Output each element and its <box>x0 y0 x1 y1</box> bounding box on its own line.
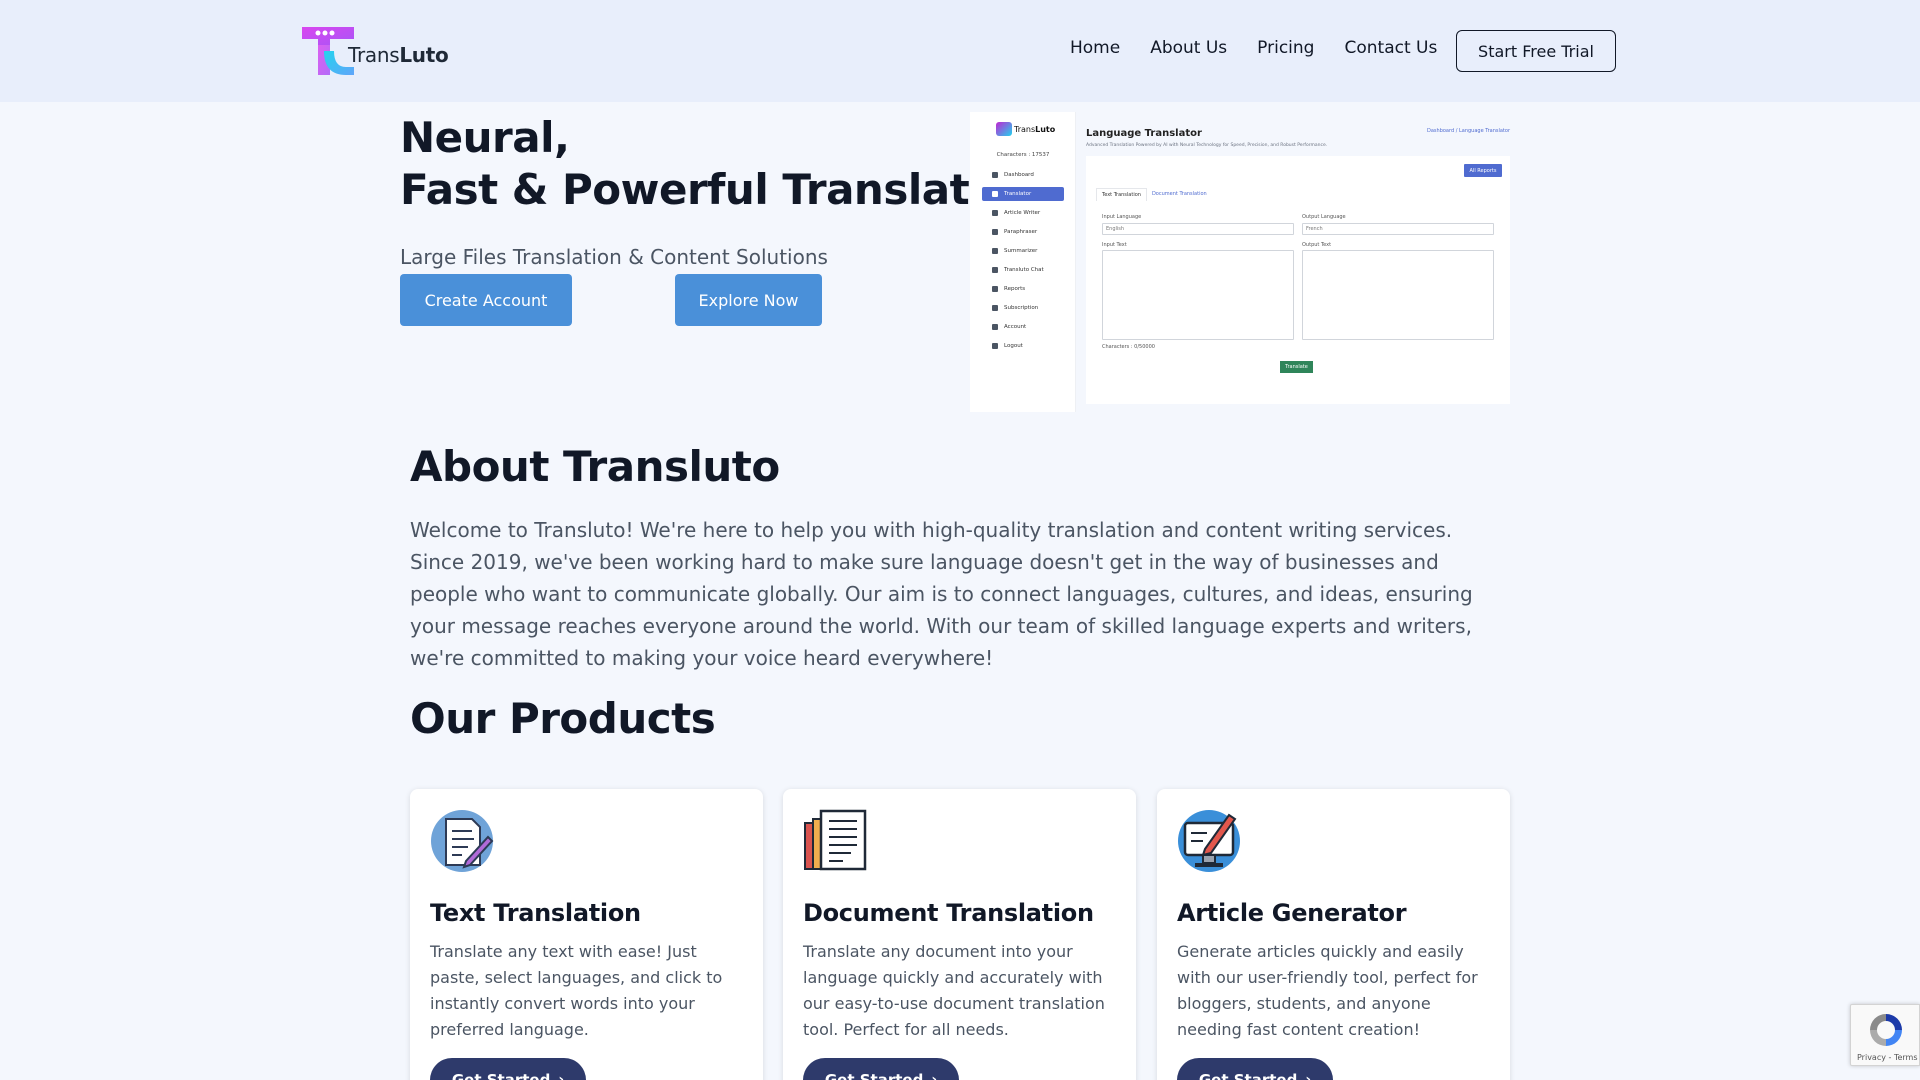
recaptcha-badge[interactable]: Privacy - Terms <box>1850 1004 1920 1066</box>
monitor-pen-icon <box>1177 809 1241 873</box>
hero-title-line2: Fast & Powerful Translation <box>400 165 1041 214</box>
summary-icon <box>992 248 998 254</box>
nav-pricing[interactable]: Pricing <box>1257 38 1314 58</box>
app-preview-image: Trans Luto Characters : 17537 Dashboard T… <box>970 112 1510 412</box>
edit-icon <box>992 210 998 216</box>
preview-output-language-select: French <box>1302 223 1494 235</box>
preview-sidebar-logout: Logout <box>982 339 1064 353</box>
product-title: Article Generator <box>1177 899 1407 927</box>
recaptcha-icon <box>1867 1011 1905 1049</box>
preview-input-language-label: Input Language <box>1102 214 1142 220</box>
subscription-icon <box>992 305 998 311</box>
preview-all-reports-button: All Reports <box>1464 164 1502 177</box>
nav-links: Home About Us Pricing Contact Us <box>1070 38 1467 58</box>
hero-title-line1: Neural, <box>400 113 570 162</box>
preview-translator-card: All Reports Text Translation Document Tr… <box>1086 156 1510 404</box>
preview-logo: Trans Luto <box>996 122 1055 136</box>
nav-about-us[interactable]: About Us <box>1150 38 1227 58</box>
chat-icon <box>992 267 998 273</box>
preview-output-textarea <box>1302 250 1494 340</box>
brand-logo[interactable]: TransLuto <box>300 24 460 78</box>
preview-characters: Characters : 17537 <box>996 152 1050 158</box>
reports-icon <box>992 286 998 292</box>
preview-tab-document: Document Translation <box>1151 191 1207 197</box>
get-started-button-text-translation[interactable]: Get Started › <box>430 1058 586 1080</box>
preview-sidebar-chat: Transluto Chat <box>982 263 1064 277</box>
nav-contact-us[interactable]: Contact Us <box>1344 38 1437 58</box>
product-title: Text Translation <box>430 899 641 927</box>
preview-tabs: Text Translation Document Translation <box>1096 188 1212 201</box>
product-description: Translate any text with ease! Just paste… <box>430 942 723 1039</box>
user-icon <box>992 324 998 330</box>
hero-subtitle: Large Files Translation & Content Soluti… <box>400 245 828 269</box>
chevron-right-icon: › <box>558 1072 565 1080</box>
preview-sidebar-subscription: Subscription <box>982 301 1064 315</box>
preview-output-text-label: Output Text <box>1302 242 1332 248</box>
preview-output-language-label: Output Language <box>1302 214 1346 220</box>
document-icon <box>992 229 998 235</box>
preview-logo-icon <box>996 122 1012 136</box>
preview-main: Language Translator Dashboard / Language… <box>1086 112 1510 404</box>
preview-sidebar-dashboard: Dashboard <box>982 168 1064 182</box>
about-text: Welcome to Transluto! We're here to help… <box>410 518 1473 670</box>
start-free-trial-button[interactable]: Start Free Trial <box>1456 30 1616 72</box>
chevron-right-icon: › <box>931 1072 938 1080</box>
preview-sidebar-translator: Translator <box>982 187 1064 201</box>
translate-icon <box>992 191 998 197</box>
preview-sidebar-account: Account <box>982 320 1064 334</box>
books-document-icon <box>803 809 867 873</box>
preview-sidebar-paraphraser: Paraphraser <box>982 225 1064 239</box>
preview-sidebar: Trans Luto Characters : 17537 Dashboard T… <box>970 112 1076 412</box>
product-card-text-translation: Text Translation Translate any text with… <box>410 789 763 1080</box>
preview-char-count: Characters : 0/50000 <box>1102 344 1155 350</box>
preview-sidebar-article-writer: Article Writer <box>982 206 1064 220</box>
preview-description: Advanced Translation Powered by AI with … <box>1086 143 1328 148</box>
dashboard-icon <box>992 172 998 178</box>
product-card-document-translation: Document Translation Translate any docum… <box>783 789 1136 1080</box>
preview-title: Language Translator <box>1086 128 1202 139</box>
preview-sidebar-summarizer: Summarizer <box>982 244 1064 258</box>
navbar: TransLuto Home About Us Pricing Contact … <box>0 0 1920 102</box>
preview-input-text-label: Input Text <box>1102 242 1127 248</box>
preview-sidebar-reports: Reports <box>982 282 1064 296</box>
transluto-logo-icon <box>300 25 354 77</box>
about-title: About Transluto <box>410 442 780 491</box>
recaptcha-privacy-terms[interactable]: Privacy - Terms <box>1857 1053 1918 1062</box>
preview-tab-text: Text Translation <box>1096 188 1147 201</box>
preview-input-textarea <box>1102 250 1294 340</box>
product-description: Translate any document into your languag… <box>803 942 1105 1039</box>
hero-title: Neural, Fast & Powerful Translation <box>400 112 1041 216</box>
nav-home[interactable]: Home <box>1070 38 1120 58</box>
document-pencil-icon <box>430 809 494 873</box>
explore-now-button[interactable]: Explore Now <box>675 274 822 326</box>
preview-breadcrumb: Dashboard / Language Translator <box>1427 128 1510 134</box>
get-started-button-document-translation[interactable]: Get Started › <box>803 1058 959 1080</box>
product-card-article-generator: Article Generator Generate articles quic… <box>1157 789 1510 1080</box>
product-title: Document Translation <box>803 899 1094 927</box>
preview-translate-button: Translate <box>1280 361 1313 373</box>
get-started-button-article-generator[interactable]: Get Started › <box>1177 1058 1333 1080</box>
logout-icon <box>992 343 998 349</box>
products-title: Our Products <box>410 694 716 743</box>
product-description: Generate articles quickly and easily wit… <box>1177 942 1478 1039</box>
create-account-button[interactable]: Create Account <box>400 274 572 326</box>
preview-input-language-select: English <box>1102 223 1294 235</box>
brand-name: TransLuto <box>348 43 449 67</box>
chevron-right-icon: › <box>1305 1072 1312 1080</box>
